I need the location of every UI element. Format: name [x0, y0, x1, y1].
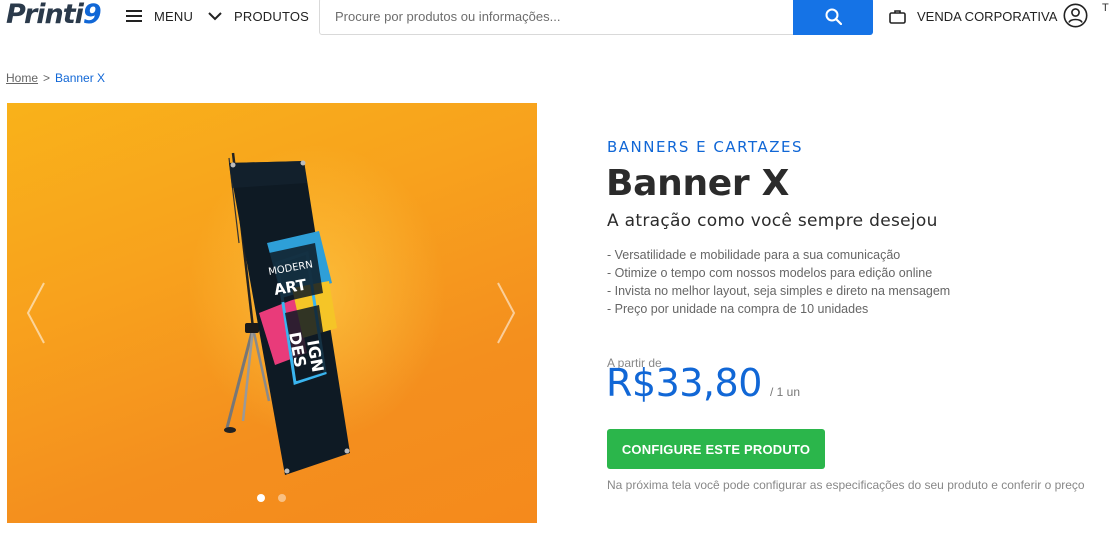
breadcrumb: Home > Banner X — [6, 71, 105, 85]
carousel-dots — [257, 494, 286, 502]
product-title: Banner X — [606, 163, 790, 204]
corporate-label: VENDA CORPORATIVA — [917, 8, 1058, 24]
user-icon — [1063, 3, 1088, 28]
product-features: - Versatilidade e mobilidade para a sua … — [607, 246, 950, 318]
printi-logo[interactable]: Printi9 — [6, 0, 102, 30]
carousel-prev-button[interactable] — [24, 281, 48, 345]
chevron-left-icon — [26, 282, 45, 344]
carousel-next-button[interactable] — [494, 281, 518, 345]
breadcrumb-current: Banner X — [55, 71, 106, 85]
carousel-dot-2[interactable] — [278, 494, 286, 502]
menu-label: MENU — [154, 8, 194, 24]
logo-text: Printi — [6, 0, 84, 30]
search-icon — [825, 8, 842, 25]
product-price: R$33,80 — [606, 361, 762, 405]
product-subtitle: A atração como você sempre desejou — [607, 211, 938, 231]
cut-off-header-item: T — [1102, 2, 1109, 14]
chevron-down-icon — [208, 11, 222, 20]
feature-item: - Otimize o tempo com nossos modelos par… — [607, 266, 933, 280]
search-input[interactable] — [320, 0, 794, 34]
banner-x-product-image: MODERN ART DES IGN — [224, 152, 350, 475]
user-account-button[interactable] — [1063, 3, 1088, 28]
search-bar — [319, 0, 873, 35]
feature-item: - Invista no melhor layout, seja simples… — [607, 284, 951, 298]
breadcrumb-home-link[interactable]: Home — [6, 71, 38, 85]
logo-mark: 9 — [82, 0, 102, 30]
corporate-sales-link[interactable]: VENDA CORPORATIVA — [889, 0, 1057, 32]
briefcase-icon — [889, 9, 906, 24]
configure-product-button[interactable]: CONFIGURE ESTE PRODUTO — [607, 429, 825, 469]
feature-item: - Preço por unidade na compra de 10 unid… — [607, 302, 869, 316]
product-image-carousel[interactable]: MODERN ART DES IGN — [7, 103, 537, 523]
price-unit: / 1 un — [770, 385, 801, 399]
hamburger-icon — [126, 10, 142, 22]
site-header: Printi9 MENU PRODUTOS VENDA CORPORATIVA — [0, 0, 1109, 35]
search-button[interactable] — [793, 0, 873, 35]
chevron-right-icon — [497, 282, 516, 344]
breadcrumb-separator: > — [43, 71, 51, 85]
menu-button[interactable]: MENU — [126, 0, 193, 32]
feature-item: - Versatilidade e mobilidade para a sua … — [607, 248, 901, 262]
product-category[interactable]: BANNERS E CARTAZES — [607, 138, 803, 156]
products-dropdown[interactable]: PRODUTOS — [208, 0, 309, 32]
products-label: PRODUTOS — [234, 8, 310, 24]
configure-hint: Na próxima tela você pode configurar as … — [607, 478, 1085, 492]
carousel-dot-1[interactable] — [257, 494, 265, 502]
